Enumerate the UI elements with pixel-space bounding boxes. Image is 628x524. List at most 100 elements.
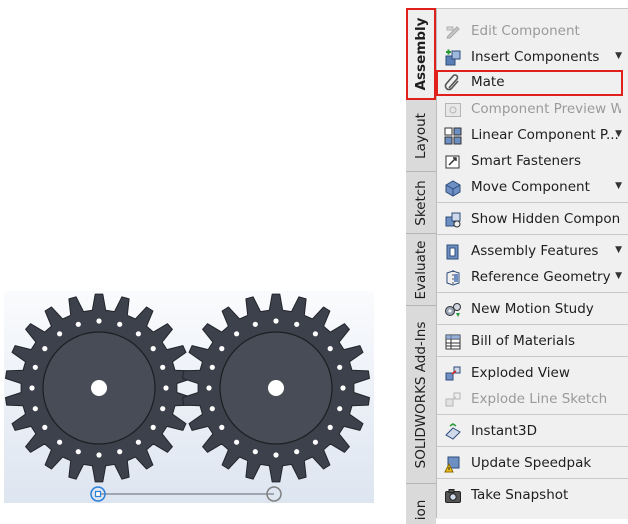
graphics-viewport[interactable] xyxy=(4,291,374,503)
gear-hole xyxy=(32,406,38,412)
exploded-view-button[interactable]: Exploded View xyxy=(437,361,628,387)
chevron-down-icon[interactable]: ▼ xyxy=(615,129,622,139)
separator xyxy=(437,292,628,293)
separator xyxy=(437,414,628,415)
gear-hole xyxy=(219,424,225,430)
tab-assembly-label: Assembly xyxy=(413,17,429,91)
gear-bore xyxy=(91,380,107,396)
gear-hole xyxy=(160,406,166,412)
explode-line-sketch-icon xyxy=(445,392,461,407)
smart-fasteners-icon xyxy=(445,155,460,169)
chevron-down-icon[interactable]: ▼ xyxy=(615,181,622,191)
new-motion-study-button[interactable]: New Motion Study xyxy=(437,297,628,323)
gear-hole xyxy=(42,424,48,430)
take-snapshot-button[interactable]: Take Snapshot xyxy=(437,483,628,509)
gear-hole xyxy=(337,406,343,412)
gear-assembly-svg xyxy=(5,293,370,502)
linear-pattern-icon xyxy=(444,127,462,145)
tab-motion[interactable]: ion xyxy=(406,484,436,524)
gear-hole xyxy=(219,346,225,352)
gear-hole xyxy=(294,321,300,327)
gear-hole xyxy=(42,346,48,352)
chevron-down-icon[interactable]: ▼ xyxy=(615,271,622,281)
update-speedpak-icon xyxy=(444,456,460,473)
motion-study-icon xyxy=(445,303,461,317)
component-preview-window-button[interactable]: Component Preview Wi... xyxy=(437,97,628,123)
smart-fasteners-button[interactable]: Smart Fasteners xyxy=(437,149,628,175)
gear-hole xyxy=(96,452,102,458)
gear-hole xyxy=(312,439,318,445)
gear-hole xyxy=(209,364,215,370)
chevron-down-icon[interactable]: ▼ xyxy=(615,245,622,255)
show-hidden-components-button[interactable]: Show Hidden Compone... xyxy=(437,207,628,233)
edit-component-button[interactable]: Edit Component xyxy=(437,19,628,45)
instant3d-icon xyxy=(445,423,461,440)
gear-hole xyxy=(327,346,333,352)
component-preview-icon xyxy=(445,103,461,117)
reference-geometry-icon xyxy=(446,270,460,286)
gear-hole xyxy=(57,439,63,445)
chevron-down-icon[interactable]: ▼ xyxy=(615,51,622,61)
separator xyxy=(437,446,628,447)
gear-hole xyxy=(273,452,279,458)
separator xyxy=(437,202,628,203)
gear-hole xyxy=(163,385,169,391)
gear-hole xyxy=(327,424,333,430)
tab-evaluate-label: Evaluate xyxy=(413,240,429,299)
gear-hole xyxy=(206,385,212,391)
tab-sketch-label: Sketch xyxy=(413,179,429,226)
tab-motion-label: ion xyxy=(413,499,429,521)
update-speedpak-button[interactable]: Update Speedpak xyxy=(437,451,628,477)
mate-point-left-handle[interactable] xyxy=(94,490,102,498)
gear-hole xyxy=(29,385,35,391)
gear-hole xyxy=(150,346,156,352)
gear-hole xyxy=(135,331,141,337)
gear-hole xyxy=(234,331,240,337)
gear-left[interactable] xyxy=(5,293,193,483)
gear-bore xyxy=(268,380,284,396)
command-manager-tabs: Assembly Layout Sketch Evaluate SOLIDWOR… xyxy=(406,8,437,524)
bill-of-materials-icon xyxy=(445,334,461,350)
tab-layout-label: Layout xyxy=(413,112,429,159)
tab-solidworks-add-ins[interactable]: SOLIDWORKS Add-Ins xyxy=(406,306,436,484)
move-component-icon xyxy=(445,180,461,197)
command-list: Edit Component Insert Components ▼ Mate … xyxy=(436,8,628,519)
tab-sketch[interactable]: Sketch xyxy=(406,172,436,234)
gear-hole xyxy=(160,364,166,370)
gear-hole xyxy=(294,449,300,455)
separator xyxy=(437,234,628,235)
bill-of-materials-button[interactable]: Bill of Materials xyxy=(437,329,628,355)
explode-line-sketch-button[interactable]: Explode Line Sketch xyxy=(437,387,628,413)
gear-hole xyxy=(337,364,343,370)
reference-geometry-button[interactable]: Reference Geometry ▼ xyxy=(437,265,628,291)
instant3d-button[interactable]: Instant3D xyxy=(437,419,628,445)
tab-add-ins-label: SOLIDWORKS Add-Ins xyxy=(413,321,429,468)
mate-button[interactable]: Mate xyxy=(436,70,623,96)
assembly-features-button[interactable]: Assembly Features ▼ xyxy=(437,239,628,265)
gear-hole xyxy=(57,331,63,337)
gear-hole xyxy=(312,331,318,337)
separator xyxy=(437,478,628,479)
linear-component-pattern-button[interactable]: Linear Component P... ▼ xyxy=(437,123,628,149)
take-snapshot-icon xyxy=(445,489,461,503)
gear-hole xyxy=(340,385,346,391)
gear-hole xyxy=(135,439,141,445)
gear-hole xyxy=(32,364,38,370)
tab-evaluate[interactable]: Evaluate xyxy=(406,234,436,306)
gear-hole xyxy=(117,321,123,327)
gear-hole xyxy=(75,449,81,455)
gear-right[interactable] xyxy=(182,293,370,483)
insert-components-button[interactable]: Insert Components ▼ xyxy=(437,45,628,71)
gear-hole xyxy=(234,439,240,445)
tab-assembly[interactable]: Assembly xyxy=(406,8,436,100)
edit-component-icon xyxy=(446,26,460,39)
tab-layout[interactable]: Layout xyxy=(406,100,436,172)
gear-hole xyxy=(252,449,258,455)
gear-hole xyxy=(150,424,156,430)
assembly-features-icon xyxy=(446,244,459,260)
gear-hole xyxy=(75,321,81,327)
move-component-button[interactable]: Move Component ▼ xyxy=(437,175,628,201)
gear-hole xyxy=(117,449,123,455)
separator xyxy=(437,356,628,357)
mate-icon xyxy=(444,74,459,91)
